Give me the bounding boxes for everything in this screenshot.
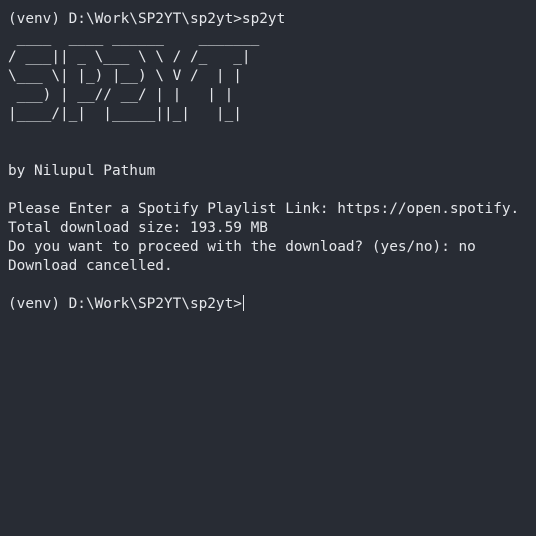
banner-line-3: \___ \| |_) |__) \ V / | | (8, 68, 242, 84)
download-size: Total download size: 193.59 MB (8, 220, 268, 236)
ascii-banner: ____ ____ ______ _______ / ___|| _ \___ … (8, 29, 536, 124)
banner-line-1: ____ ____ ______ _______ (8, 30, 260, 46)
banner-line-4: ___) | __// __/ | | | | (8, 87, 234, 103)
author-credit: by Nilupul Pathum (8, 163, 156, 179)
proceed-prompt: Do you want to proceed with the download… (8, 239, 476, 255)
banner-line-2: / ___|| _ \___ \ \ / /_ _| (8, 49, 251, 65)
command-line: (venv) D:\Work\SP2YT\sp2yt>sp2yt (8, 11, 286, 27)
cancel-message: Download cancelled. (8, 258, 173, 274)
prompt-line[interactable]: (venv) D:\Work\SP2YT\sp2yt> (8, 295, 536, 314)
banner-line-5: |____/|_| |_____||_| |_| (8, 106, 242, 122)
final-prompt: (venv) D:\Work\SP2YT\sp2yt> (8, 296, 242, 312)
text-cursor (242, 295, 244, 311)
playlist-prompt: Please Enter a Spotify Playlist Link: ht… (8, 201, 520, 217)
terminal-window[interactable]: (venv) D:\Work\SP2YT\sp2yt>sp2yt ____ __… (0, 0, 536, 536)
